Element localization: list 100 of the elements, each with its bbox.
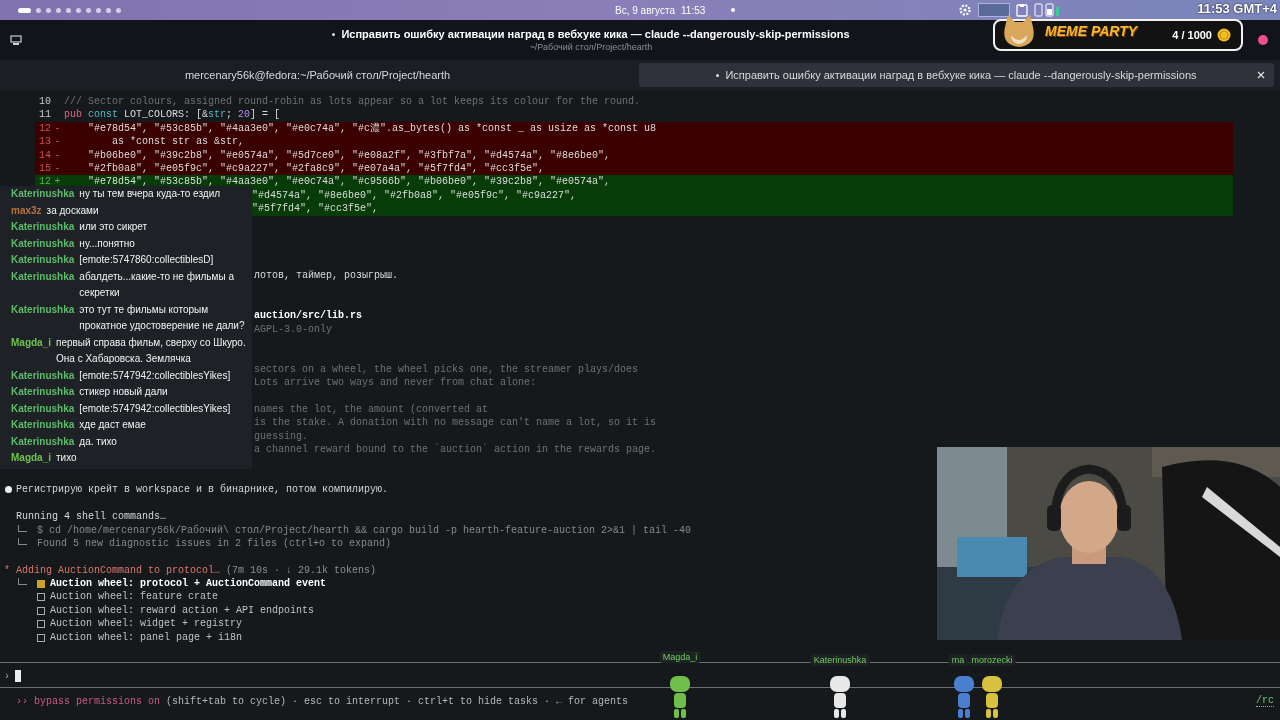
line-number: 14	[38, 148, 51, 162]
date: Вс, 9 августа	[615, 4, 675, 16]
window-subtitle: ~/Рабочий стол/Project/hearth	[529, 42, 653, 52]
workspace-indicator[interactable]	[18, 7, 31, 13]
window-title: Исправить ошибку активации наград в вебхуке кика — claude --dangerously-skip-permissions	[341, 28, 850, 40]
chat-message: [emote:5747860:collectiblesD]	[79, 253, 215, 267]
diff-sign: -	[53, 161, 62, 176]
chat-message: [emote:5747942:collectiblesYikes]	[79, 401, 232, 416]
chat-username: Katerinushka	[11, 236, 75, 251]
widget-title: MEME PARTY	[1045, 23, 1138, 39]
notification-dot	[731, 8, 736, 12]
chat-message: стикер новый дали	[79, 385, 169, 399]
chat-message: за досками	[46, 203, 100, 218]
terminal-icon[interactable]	[10, 34, 22, 46]
line-number: 10	[38, 95, 51, 109]
close-icon[interactable]	[1257, 71, 1265, 79]
workspace-indicator[interactable]	[66, 7, 71, 13]
diff-sign: -	[53, 121, 62, 136]
line-number: 11	[38, 108, 51, 122]
workspace-indicator[interactable]	[106, 7, 111, 13]
code-line: names the lot, the amount (converted at	[254, 403, 489, 417]
workspace-indicator[interactable]	[96, 7, 101, 13]
workspace-indicator[interactable]	[46, 7, 51, 13]
code-line: "#e78d54", "#53c85b", "#4aa3e0", "#e0c74a", "#c濃".as_bytes() as *const _ as usize as *const u8	[87, 121, 657, 136]
chat-username: Katerinushka	[11, 302, 75, 317]
chat-username: Katerinushka	[11, 368, 75, 383]
line-number: 15	[38, 161, 51, 176]
workspace-indicator[interactable]	[86, 7, 91, 13]
chat-username: Katerinushka	[11, 220, 75, 234]
tab-label: mercenary56k@fedora:~/Рабочий стол/Project/hearth	[184, 69, 451, 81]
output-text: Running 4 shell commands…	[16, 510, 167, 524]
workspace-indicator[interactable]	[116, 7, 121, 13]
task-text: Auction wheel: protocol + AuctionCommand event	[50, 577, 327, 591]
chat-message: это тут те фильмы которым прокатное удостоверение не дали?	[79, 302, 246, 333]
tab-label: Исправить ошибку активации наград в вебхуке кика — claude --dangerously-skip-permissions	[725, 69, 1197, 81]
mode-indicator: ›› bypass permissions on	[16, 695, 161, 707]
progress-count: 4 / 1000	[1172, 29, 1212, 41]
tree-connector	[18, 578, 27, 586]
code-line: "#2fb0a8", "#e05f9c", "#c9a227", "#2fa8c9", "#e07a4a", "#5f7fd4", "#cc3f5e",	[87, 161, 545, 176]
prompt-symbol: ›	[4, 670, 10, 682]
bullet-icon	[5, 486, 12, 494]
chat-message: ну...понятно	[79, 236, 136, 251]
code-line: Lots arrive two ways and never from chat alone:	[254, 376, 537, 390]
battery-icon[interactable]	[1034, 3, 1061, 17]
chat-username: Magda_i	[11, 335, 51, 350]
chat-username: Magda_i	[11, 451, 51, 465]
chat-username: Katerinushka	[11, 385, 75, 399]
chat-username: Katerinushka	[11, 187, 75, 201]
chat-username: Katerinushka	[11, 253, 75, 267]
diff-sign: -	[53, 135, 62, 149]
diff-sign: -	[53, 148, 62, 162]
code-line: sectors on a wheel, the wheel picks one, the streamer plays/does	[254, 362, 639, 377]
gear-icon[interactable]	[958, 3, 973, 17]
line-number: 12	[38, 175, 51, 189]
viewer-name: ma	[948, 654, 968, 666]
chat-username: max3z	[11, 203, 42, 218]
workspace-indicator[interactable]	[36, 7, 41, 13]
output-text: Found 5 new diagnostic issues in 2 files (ctrl+o to expand)	[37, 536, 392, 551]
viewer-name: Katerinushka	[810, 654, 870, 666]
chat-message: тихо	[56, 451, 78, 465]
task-text: Auction wheel: panel page + i18n	[50, 630, 243, 644]
chat-message: или это сикрет	[79, 220, 149, 234]
status-text: Adding AuctionCommand to protocol…	[16, 563, 221, 578]
chat-username: Katerinushka	[11, 434, 75, 449]
shortcut-hint: (shift+tab to cycle) · esc to interrupt · ctrl+t to hide tasks · ← for agents	[166, 695, 629, 707]
task-text: Auction wheel: reward action + API endpoints	[50, 603, 315, 618]
chat-username: Katerinushka	[11, 269, 75, 284]
code-line: is the stake. A donation with no message can't name a lot, so it is	[254, 416, 657, 430]
task-text: Auction wheel: feature crate	[50, 590, 219, 604]
message-text: Регистрирую крейт в workspace и в бинарнике, потом компилирую.	[16, 483, 389, 497]
task-text: Auction wheel: widget + registry	[50, 617, 243, 631]
chat-message: да. тихо	[79, 434, 118, 449]
tab[interactable]: Исправить ошибку активации наград в вебхуке кика — claude --dangerously-skip-permissions	[639, 63, 1274, 87]
diff-sign: +	[53, 175, 62, 189]
time: 11:53	[681, 4, 706, 16]
code-line: "#d4574a", "#8e6be0", "#2fb0a8", "#e05f9c", "#c9a227",	[252, 188, 577, 203]
tab[interactable]: mercenary56k@fedora:~/Рабочий стол/Project/hearth	[0, 63, 635, 87]
window-preview[interactable]	[978, 3, 1011, 17]
chat-username: Katerinushka	[11, 401, 75, 416]
chat-message: ну ты тем вчера куда-то ездил	[79, 187, 222, 201]
status-detail: (7m 10s · ↓ 29.1k tokens)	[226, 563, 377, 578]
chat-message: первый справа фильм, сверху со Шкуро. Она с Хабаровска. Землячка	[56, 335, 247, 366]
line-number: 12	[38, 121, 51, 136]
chat-message: [emote:5747942:collectiblesYikes]	[79, 368, 232, 383]
command-link[interactable]: /rc	[1256, 695, 1274, 707]
coin-icon	[1217, 28, 1231, 42]
viewer-name: Magda_i	[659, 651, 701, 663]
viewer-name: morozecki	[968, 654, 1016, 666]
clipboard-icon[interactable]	[1016, 3, 1029, 17]
clock: 11:53 GMT+4	[1197, 1, 1277, 16]
workspace-indicator[interactable]	[56, 7, 61, 13]
workspace-indicator[interactable]	[76, 7, 81, 13]
code-line: "#5f7fd4", "#cc3f5e",	[252, 202, 379, 216]
code-line: /// Sector colours, assigned round-robin as lots appear so a lot keeps its colour for the round.	[64, 95, 641, 109]
code-line: pub const LOT_COLORS: [&str; 20] = [	[64, 108, 281, 122]
line-number: 13	[38, 135, 51, 149]
spinner: *	[3, 563, 11, 578]
code-line: guessing.	[254, 429, 308, 444]
code-line: "#e78d54", "#53c85b", "#4aa3e0", "#e0c74a", "#c9566b", "#b06be0", "#39c2b8", "#e0574a",	[87, 175, 611, 189]
code-line: a channel reward bound to the `auction` action in the rewards page.	[254, 443, 657, 457]
